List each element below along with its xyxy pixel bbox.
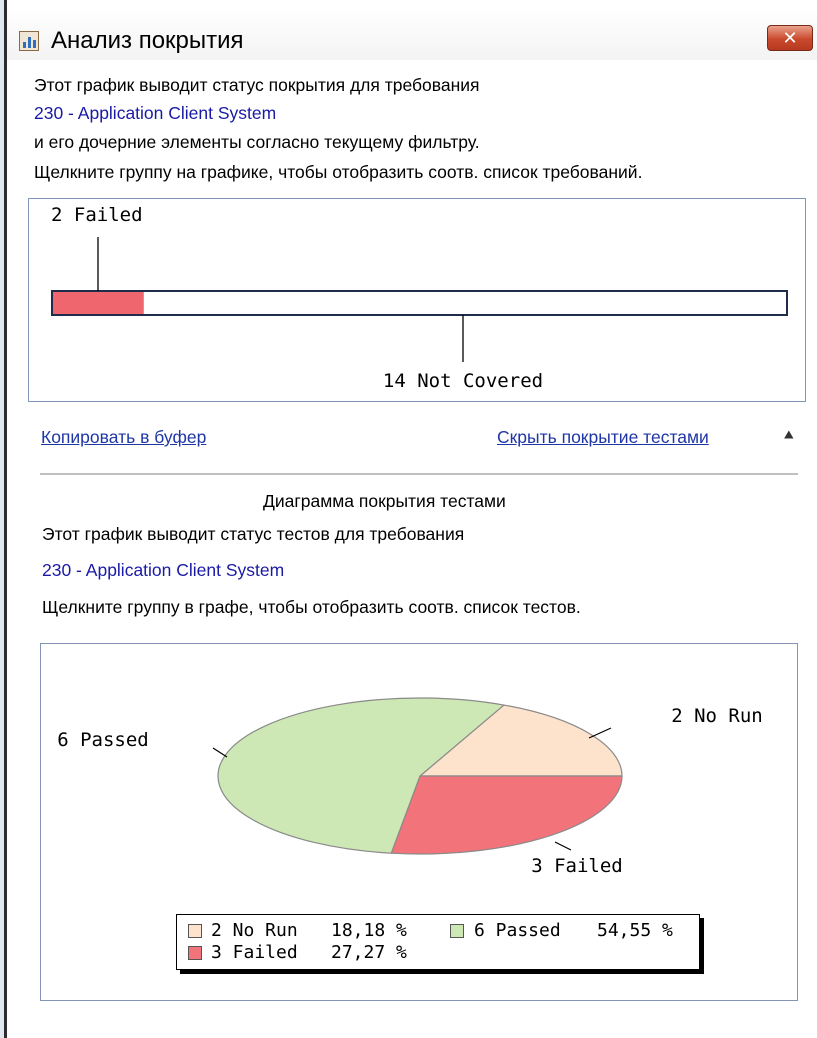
legend-label-no-run: 2 No Run <box>211 920 298 941</box>
hide-test-coverage-link[interactable]: Скрыть покрытие тестами <box>497 425 709 449</box>
legend-swatch-no-run <box>188 924 202 938</box>
coverage-analysis-window: Анализ покрытия ✕ Этот график выводит ст… <box>0 0 817 1038</box>
legend-percent-failed: 27,27 % <box>331 942 407 963</box>
pie-leader-failed <box>554 841 572 851</box>
close-button[interactable]: ✕ <box>767 25 813 51</box>
coverage-bar-svg: 2 Failed 14 Not Covered <box>51 204 788 392</box>
coverage-requirement-link[interactable]: 230 - Application Client System <box>34 101 276 125</box>
test-coverage-heading: Диаграмма покрытия тестами <box>263 491 506 511</box>
legend-percent-no-run: 18,18 % <box>331 920 407 941</box>
coverage-instruction: Щелкните группу на графике, чтобы отобра… <box>34 162 643 182</box>
pie-leader-passed <box>212 747 228 758</box>
test-description: Этот график выводит статус тестов для тр… <box>42 524 465 544</box>
copy-to-clipboard-link[interactable]: Копировать в буфер <box>41 425 206 449</box>
coverage-bar-chart: 2 Failed 14 Not Covered <box>28 198 806 402</box>
window-frame-border <box>4 0 7 1038</box>
pie-legend: 2 No Run 18,18 % 6 Passed 54,55 % 3 Fail… <box>176 914 700 970</box>
title-bar[interactable]: Анализ покрытия ✕ <box>7 8 817 60</box>
pie-slice-failed[interactable] <box>390 775 623 855</box>
bar-chart-icon <box>19 31 39 51</box>
legend-label-passed: 6 Passed <box>474 920 561 941</box>
coverage-description-children: и его дочерние элементы согласно текущем… <box>34 132 480 152</box>
test-pie-chart: 2 No Run 3 Failed 6 Passed 2 No Run 18,18 … <box>40 643 798 1001</box>
pie-label-failed[interactable]: 3 Failed <box>531 855 623 877</box>
coverage-description: Этот график выводит статус покрытия для … <box>34 75 480 95</box>
close-icon: ✕ <box>782 28 798 48</box>
window-title: Анализ покрытия <box>51 27 244 54</box>
legend-swatch-passed <box>450 924 464 938</box>
legend-swatch-failed <box>188 946 202 960</box>
pie-label-passed[interactable]: 6 Passed <box>57 729 149 751</box>
bar-segment-not-covered[interactable] <box>143 291 787 315</box>
section-divider <box>40 473 798 475</box>
bar-segment-failed[interactable] <box>52 291 144 315</box>
bar-label-failed[interactable]: 2 Failed <box>51 204 143 226</box>
test-requirement-link[interactable]: 230 - Application Client System <box>42 558 284 582</box>
pie-label-no-run[interactable]: 2 No Run <box>671 705 763 727</box>
legend-percent-passed: 54,55 % <box>597 920 673 941</box>
test-instruction: Щелкните группу в графе, чтобы отобразит… <box>42 597 581 617</box>
legend-label-failed: 3 Failed <box>211 942 298 963</box>
double-chevron-up-icon[interactable]: ⯅ <box>782 422 796 450</box>
pie-leader-no-run <box>588 727 612 739</box>
bar-label-not-covered[interactable]: 14 Not Covered <box>383 370 543 392</box>
